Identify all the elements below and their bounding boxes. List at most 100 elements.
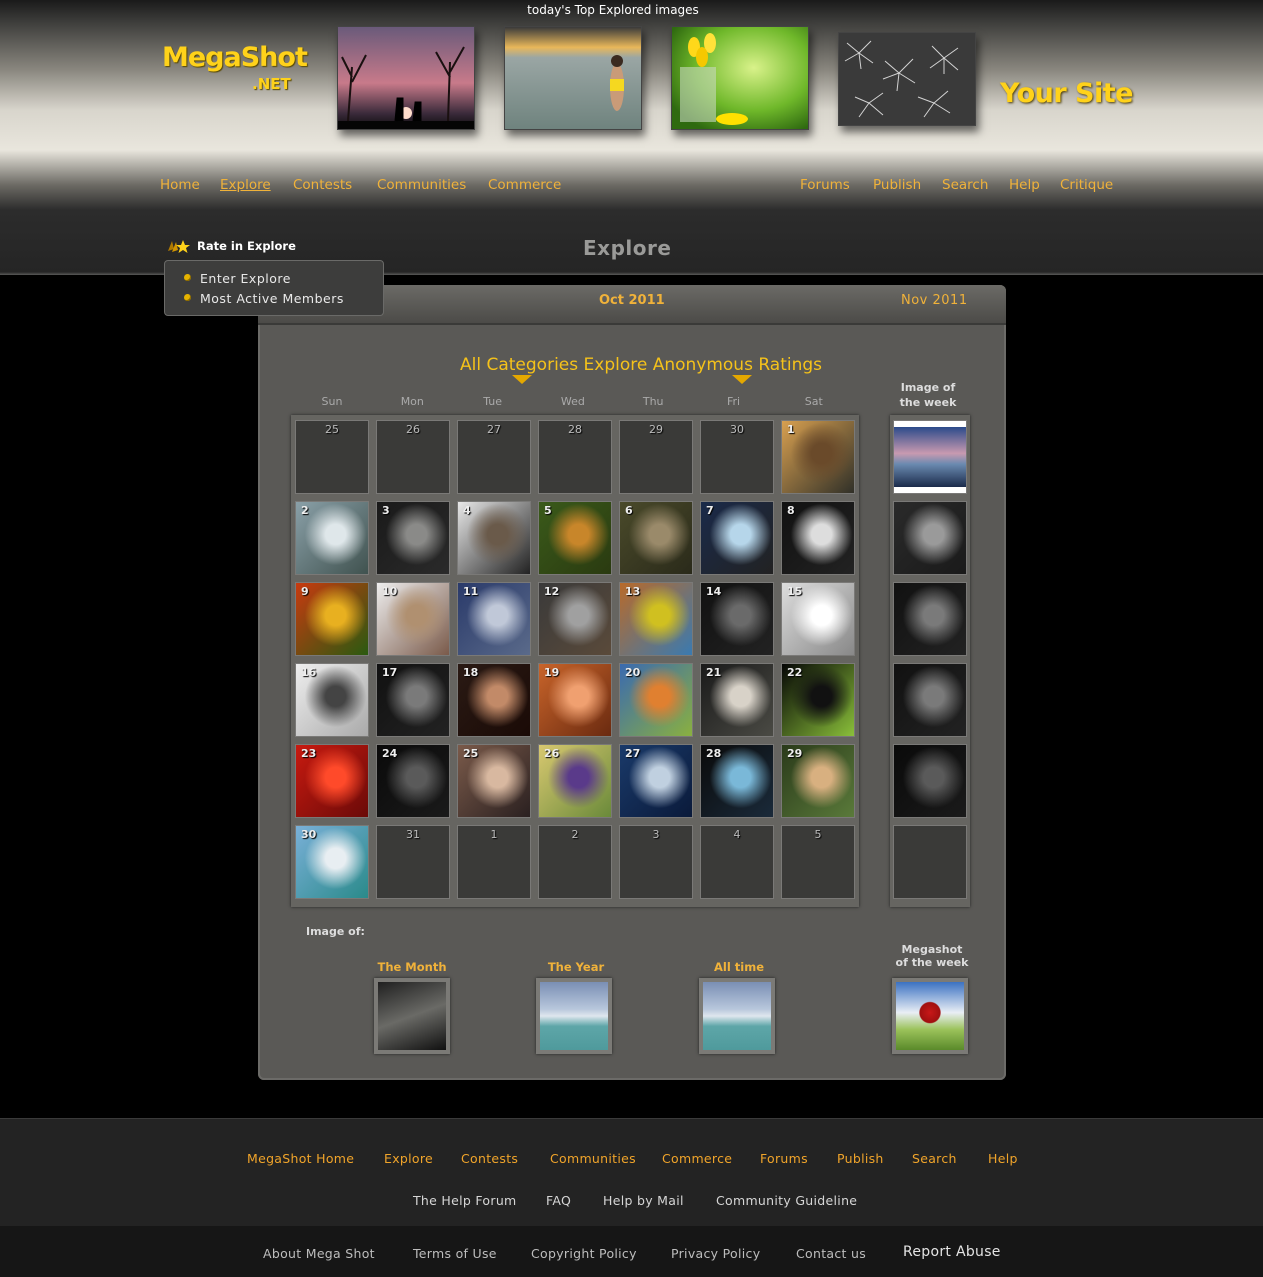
week-image-cell[interactable] [893,663,967,737]
footer-publish[interactable]: Publish [837,1151,884,1166]
category-dropdown-arrow-icon[interactable] [512,375,532,384]
top-image-2[interactable] [504,26,642,130]
day-number: 29 [649,423,663,436]
calendar-day-cell[interactable]: 16 [295,663,369,737]
calendar-day-cell[interactable]: 12 [538,582,612,656]
nav-forums[interactable]: Forums [800,177,850,193]
top-image-4[interactable] [838,32,976,126]
footer-about[interactable]: About Mega Shot [263,1246,375,1261]
week-image-cell[interactable] [893,501,967,575]
next-month-link[interactable]: Nov 2011 [901,293,968,308]
calendar-day-cell[interactable]: 20 [619,663,693,737]
footer-legal: About Mega Shot Terms of Use Copyright P… [0,1226,1263,1277]
day-number: 5 [544,504,552,517]
footer-terms[interactable]: Terms of Use [413,1246,497,1261]
calendar-day-cell[interactable]: 1 [781,420,855,494]
calendar-day-cell[interactable]: 10 [376,582,450,656]
footer-contact[interactable]: Contact us [796,1246,866,1261]
top-image-1[interactable] [337,26,475,130]
calendar-day-cell[interactable]: 27 [619,744,693,818]
footer-privacy[interactable]: Privacy Policy [671,1246,760,1261]
site-logo[interactable]: MegaShot [162,44,308,72]
day-number: 11 [463,585,479,598]
calendar-day-cell[interactable]: 7 [700,501,774,575]
day-number: 15 [787,585,803,598]
footer-contests[interactable]: Contests [461,1151,518,1166]
calendar-day-cell[interactable]: 28 [700,744,774,818]
calendar-day-cell[interactable]: 13 [619,582,693,656]
calendar-day-cell[interactable]: 24 [376,744,450,818]
nav-publish[interactable]: Publish [873,177,921,193]
calendar-day-cell[interactable]: 30 [295,825,369,899]
calendar-day-cell[interactable]: 21 [700,663,774,737]
calendar-day-cell[interactable]: 3 [376,501,450,575]
dayname-tue: Tue [483,395,502,408]
footer-help-forum[interactable]: The Help Forum [413,1193,517,1208]
nav-critique[interactable]: Critique [1060,177,1113,193]
calendar-day-cell[interactable]: 26 [538,744,612,818]
calendar-day-cell[interactable]: 19 [538,663,612,737]
your-site-banner[interactable]: Your Site [1000,78,1133,109]
calendar-day-cell[interactable]: 6 [619,501,693,575]
nav-home[interactable]: Home [160,177,200,193]
footer-help[interactable]: Help [988,1151,1018,1166]
calendar-day-cell[interactable]: 14 [700,582,774,656]
calendar-day-cell[interactable]: 4 [457,501,531,575]
calendar-day-cell[interactable]: 8 [781,501,855,575]
site-logo-suffix[interactable]: .NET [252,75,291,93]
nav-help[interactable]: Help [1009,177,1040,193]
nav-commerce[interactable]: Commerce [488,177,561,193]
dayname-thu: Thu [642,395,664,408]
day-number: 21 [706,666,722,679]
footer-megashot-home[interactable]: MegaShot Home [247,1151,354,1166]
calendar-day-cell: 30 [700,420,774,494]
calendar-day-cell: 1 [457,825,531,899]
rating-dropdown-arrow-icon[interactable] [732,375,752,384]
footer-faq[interactable]: FAQ [546,1193,571,1208]
nav-communities[interactable]: Communities [377,177,466,193]
image-of-year[interactable] [536,978,612,1054]
calendar-day-cell[interactable]: 29 [781,744,855,818]
image-of-label: Image of: [306,925,365,938]
calendar-day-cell: 4 [700,825,774,899]
day-number: 26 [406,423,420,436]
calendar-day-cell[interactable]: 25 [457,744,531,818]
image-of-all-time[interactable] [699,978,775,1054]
footer-help-by-mail[interactable]: Help by Mail [603,1193,684,1208]
footer-community-guideline[interactable]: Community Guideline [716,1193,857,1208]
week-image-cell[interactable] [893,420,967,494]
footer-copyright[interactable]: Copyright Policy [531,1246,637,1261]
calendar-day-cell[interactable]: 11 [457,582,531,656]
footer-report-abuse[interactable]: Report Abuse [903,1244,1001,1260]
footer-search[interactable]: Search [912,1151,957,1166]
image-of-week-heading-line1: Image of [900,381,956,394]
week-image-cell[interactable] [893,582,967,656]
menu-item-most-active-members[interactable]: Most Active Members [200,291,344,306]
menu-item-enter-explore[interactable]: Enter Explore [200,271,291,286]
calendar-day-cell[interactable]: 18 [457,663,531,737]
top-image-3[interactable] [671,26,809,130]
week-image-cell[interactable] [893,744,967,818]
nav-search[interactable]: Search [942,177,988,193]
footer-explore[interactable]: Explore [384,1151,433,1166]
day-number: 16 [301,666,317,679]
calendar-day-cell[interactable]: 5 [538,501,612,575]
day-number: 19 [544,666,560,679]
calendar-day-cell[interactable]: 15 [781,582,855,656]
calendar-day-cell[interactable]: 9 [295,582,369,656]
footer-communities[interactable]: Communities [550,1151,636,1166]
nav-explore[interactable]: Explore [220,177,271,193]
calendar-day-cell[interactable]: 23 [295,744,369,818]
footer-commerce[interactable]: Commerce [662,1151,732,1166]
day-number: 2 [571,828,579,841]
nav-contests[interactable]: Contests [293,177,352,193]
image-of-month[interactable] [374,978,450,1054]
rate-in-explore-title[interactable]: Rate in Explore [197,239,296,253]
calendar-day-cell[interactable]: 17 [376,663,450,737]
megashot-of-week-image[interactable] [892,978,968,1054]
calendar-day-cell[interactable]: 2 [295,501,369,575]
day-number: 13 [625,585,641,598]
calendar-day-cell[interactable]: 22 [781,663,855,737]
alltime-photo [703,982,771,1050]
footer-forums[interactable]: Forums [760,1151,808,1166]
